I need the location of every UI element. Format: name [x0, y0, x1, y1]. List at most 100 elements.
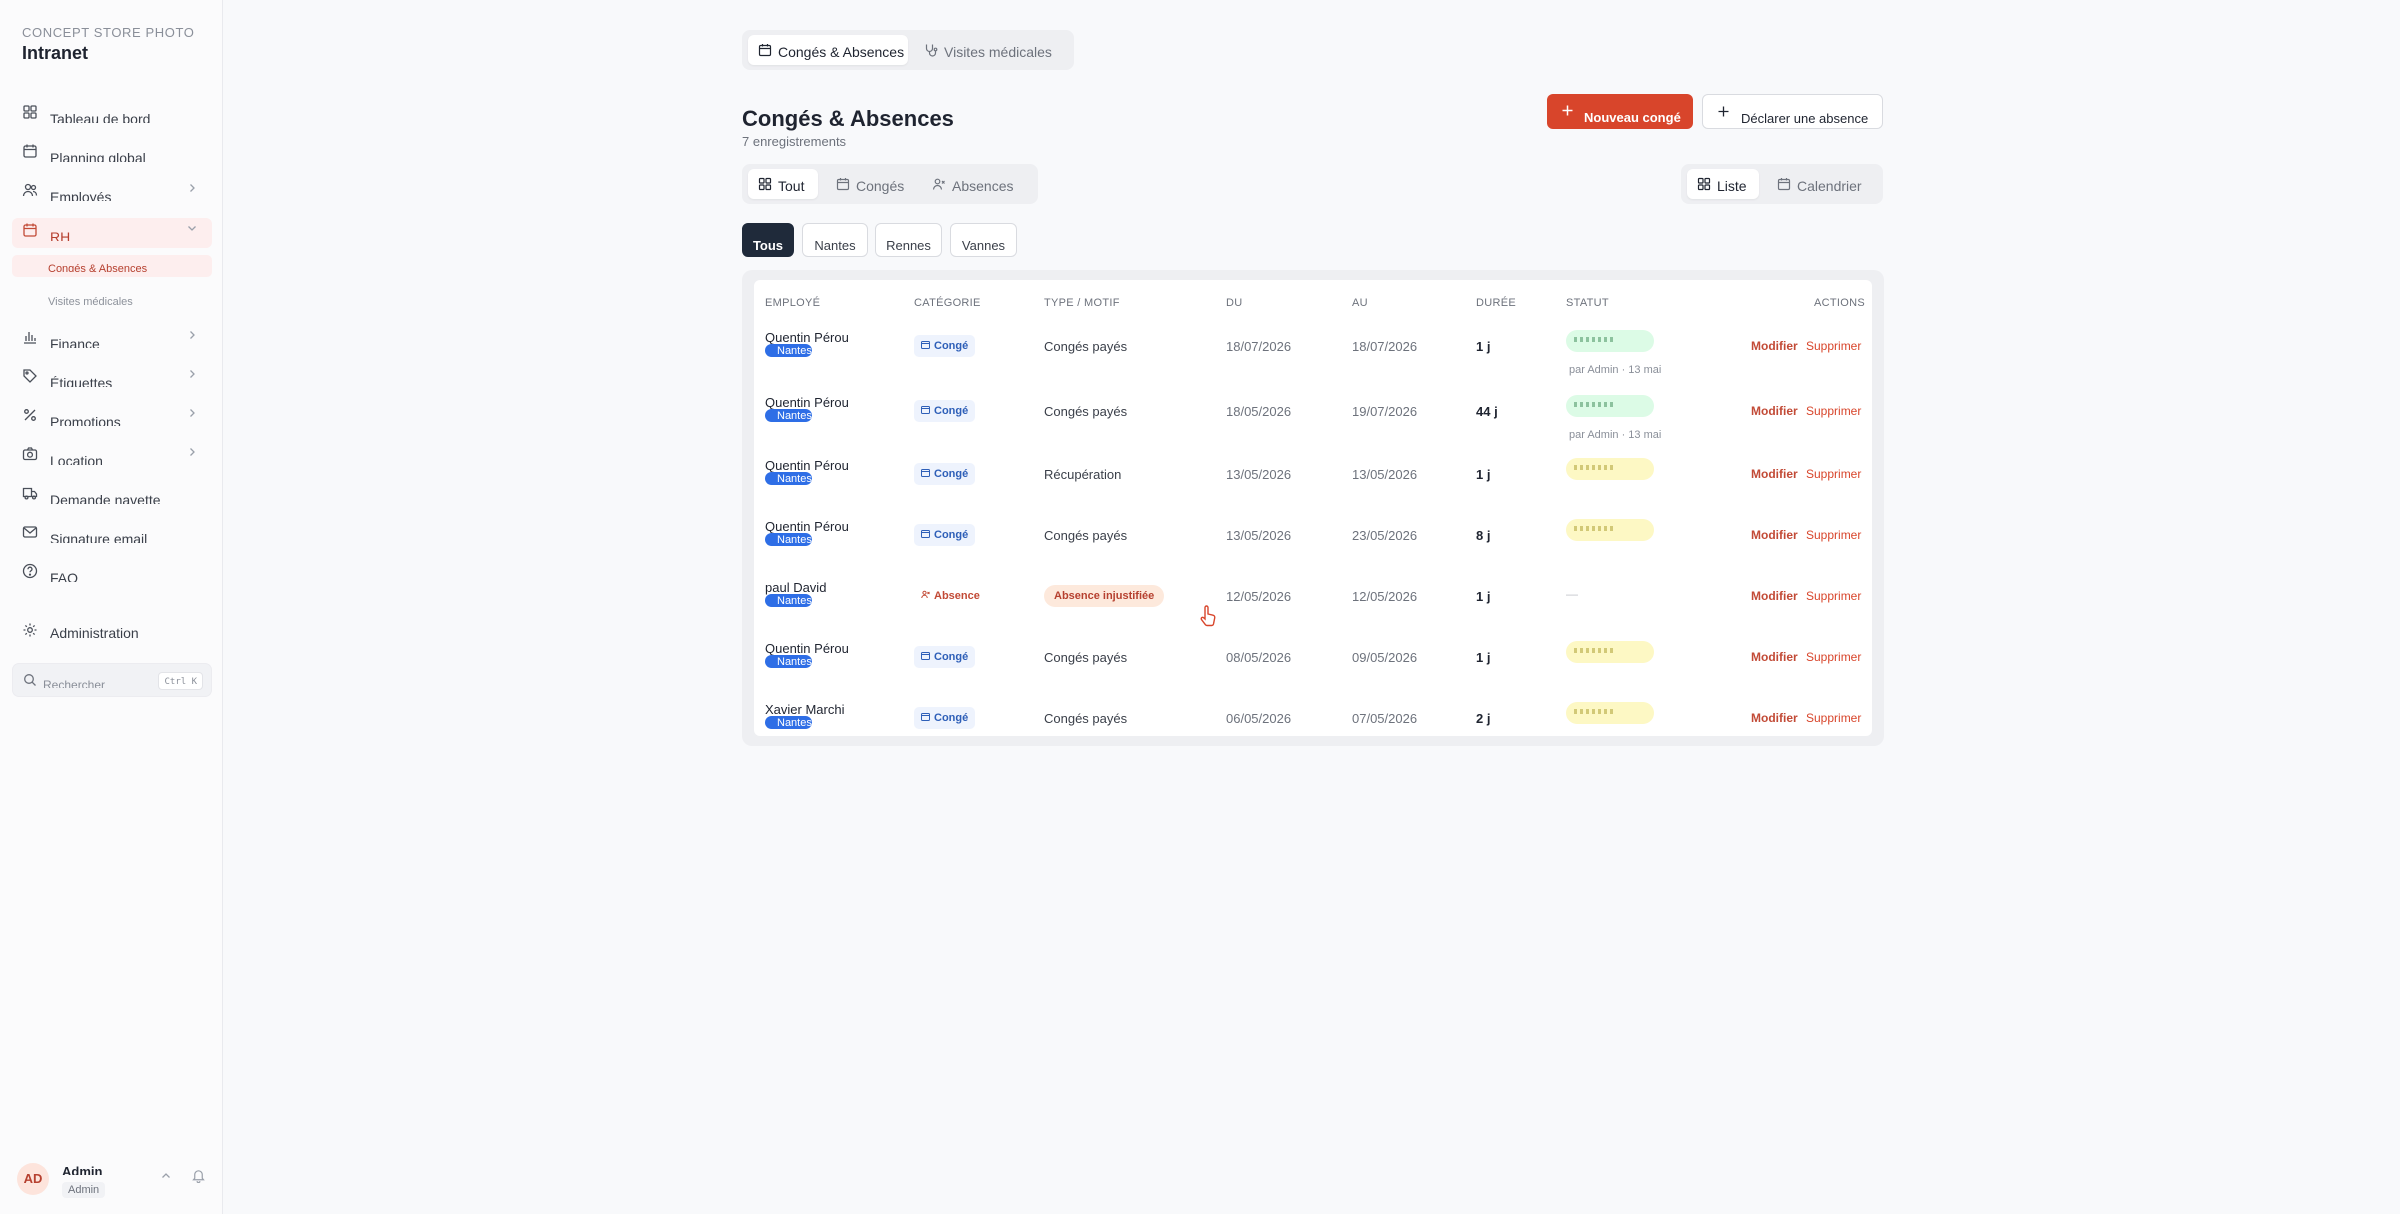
calendar-icon [22, 143, 38, 159]
table-row: Xavier Marchi Nantes Congé Congés payés … [754, 702, 1872, 736]
category-label: Congé [934, 340, 969, 352]
store-badge: Nantes [765, 472, 812, 485]
status-by: par Admin · 13 mai [1569, 364, 1662, 376]
sidebar-subitem-visites-medicales[interactable]: Visites médicales [12, 288, 212, 310]
user-x-icon [932, 177, 946, 191]
status-by: par Admin · 13 mai [1569, 429, 1662, 441]
avatar: AD [17, 1163, 49, 1195]
delete-link[interactable]: Supprimer [1806, 650, 1861, 664]
leave-table: Employé Catégorie Type / Motif Du Au Dur… [742, 270, 1884, 746]
tab-label: Liste [1717, 178, 1747, 194]
sidebar-item-etiquettes[interactable]: Étiquettes [12, 364, 212, 394]
plus-icon [1561, 104, 1574, 117]
sidebar-item-label: Étiquettes [50, 375, 113, 387]
sidebar-item-promotions[interactable]: Promotions [12, 403, 212, 433]
view-calendrier[interactable]: Calendrier [1767, 169, 1877, 199]
chevron-up-icon[interactable] [160, 1170, 172, 1182]
employee-name: Quentin Pérou [765, 519, 849, 534]
table-row: Quentin Pérou Nantes Congé Congés payés … [754, 330, 1872, 390]
tab-conges-absences[interactable]: Congés & Absences [748, 35, 908, 65]
col-header-au: Au [1352, 297, 1368, 309]
employee-name: Xavier Marchi [765, 702, 845, 717]
date-start: 18/07/2026 [1226, 339, 1292, 354]
chip-rennes[interactable]: Rennes [875, 223, 942, 257]
store-badge: Nantes [765, 594, 812, 607]
chevron-right-icon [186, 407, 198, 419]
sidebar-subitem-conges-absences[interactable]: Congés & Absences [12, 255, 212, 277]
edit-link[interactable]: Modifier [1751, 711, 1798, 725]
sidebar-subitem-label: Congés & Absences [48, 263, 148, 272]
tab-visites-medicales[interactable]: Visites médicales [914, 35, 1068, 65]
tab-label: Visites médicales [944, 44, 1052, 60]
edit-link[interactable]: Modifier [1751, 339, 1798, 353]
edit-link[interactable]: Modifier [1751, 589, 1798, 603]
motif: Congés payés [1044, 339, 1128, 354]
employee-name: Quentin Pérou [765, 395, 849, 410]
users-icon [22, 182, 38, 198]
col-header-categorie: Catégorie [914, 297, 981, 309]
edit-link[interactable]: Modifier [1751, 650, 1798, 664]
table-row: paul David Nantes Absence Absence injust… [754, 580, 1872, 640]
brand-subtitle: CONCEPT STORE PHOTO [22, 25, 195, 40]
delete-link[interactable]: Supprimer [1806, 711, 1861, 725]
chip-nantes[interactable]: Nantes [802, 223, 868, 257]
chip-tous[interactable]: Tous [742, 223, 794, 257]
date-start: 18/05/2026 [1226, 404, 1292, 419]
edit-link[interactable]: Modifier [1751, 467, 1798, 481]
category-badge: Congé [914, 524, 976, 546]
duration: 44 j [1476, 404, 1498, 419]
delete-link[interactable]: Supprimer [1806, 339, 1861, 353]
sidebar-search[interactable]: Rechercher Ctrl K [12, 663, 212, 697]
sidebar-item-administration[interactable]: Administration [12, 618, 212, 648]
tab-label: Absences [952, 178, 1014, 194]
date-start: 06/05/2026 [1226, 711, 1292, 726]
sidebar-item-label: Tableau de bord [50, 111, 151, 123]
sidebar-item-faq[interactable]: FAQ [12, 559, 212, 589]
sidebar-item-label: Demande navette [50, 492, 161, 504]
col-header-type-motif: Type / Motif [1044, 297, 1120, 309]
delete-link[interactable]: Supprimer [1806, 589, 1861, 603]
declare-absence-button[interactable]: Déclarer une absence [1702, 94, 1883, 129]
sidebar-item-label: Employés [50, 189, 112, 201]
sidebar-item-signature-email[interactable]: Signature email [12, 520, 212, 550]
delete-link[interactable]: Supprimer [1806, 467, 1861, 481]
chevron-right-icon [186, 446, 198, 458]
user-x-icon [921, 590, 930, 599]
sidebar-item-finance[interactable]: Finance [12, 325, 212, 355]
sidebar-item-label: Administration [50, 625, 139, 641]
sidebar-subitem-label: Visites médicales [48, 296, 133, 305]
sidebar-item-rh[interactable]: RH [12, 218, 212, 248]
sidebar-item-demande-navette[interactable]: Demande navette [12, 481, 212, 511]
category-badge: Congé [914, 335, 976, 357]
category-label: Congé [934, 468, 969, 480]
button-label: Déclarer une absence [1741, 111, 1869, 126]
tab-label: Tout [778, 178, 805, 194]
delete-link[interactable]: Supprimer [1806, 404, 1861, 418]
new-leave-button[interactable]: Nouveau congé [1547, 94, 1693, 129]
grid-icon [1697, 177, 1711, 191]
stethoscope-icon [924, 43, 938, 57]
category-badge: Congé [914, 400, 976, 422]
delete-link[interactable]: Supprimer [1806, 528, 1861, 542]
sidebar-item-location[interactable]: Location [12, 442, 212, 472]
chevron-right-icon [186, 182, 198, 194]
sidebar-item-planning-global[interactable]: Planning global [12, 139, 212, 169]
view-liste[interactable]: Liste [1687, 169, 1759, 199]
chip-vannes[interactable]: Vannes [950, 223, 1017, 257]
user-role-badge: Admin [62, 1182, 106, 1198]
bell-icon[interactable] [191, 1168, 206, 1183]
edit-link[interactable]: Modifier [1751, 404, 1798, 418]
date-end: 19/07/2026 [1352, 404, 1418, 419]
tab-tout[interactable]: Tout [748, 169, 818, 199]
sidebar-item-label: Promotions [50, 414, 121, 426]
edit-link[interactable]: Modifier [1751, 528, 1798, 542]
user-menu[interactable]: AD Admin Admin [0, 1154, 222, 1214]
sidebar-item-employes[interactable]: Employés [12, 178, 212, 208]
calendar-icon [921, 712, 930, 721]
tab-absences[interactable]: Absences [922, 169, 1032, 199]
sidebar: CONCEPT STORE PHOTO Intranet Tableau de … [0, 0, 223, 1214]
tab-conges[interactable]: Congés [826, 169, 914, 199]
chevron-right-icon [186, 368, 198, 380]
chevron-down-icon [186, 222, 198, 234]
sidebar-item-tableau-de-bord[interactable]: Tableau de bord [12, 100, 212, 130]
